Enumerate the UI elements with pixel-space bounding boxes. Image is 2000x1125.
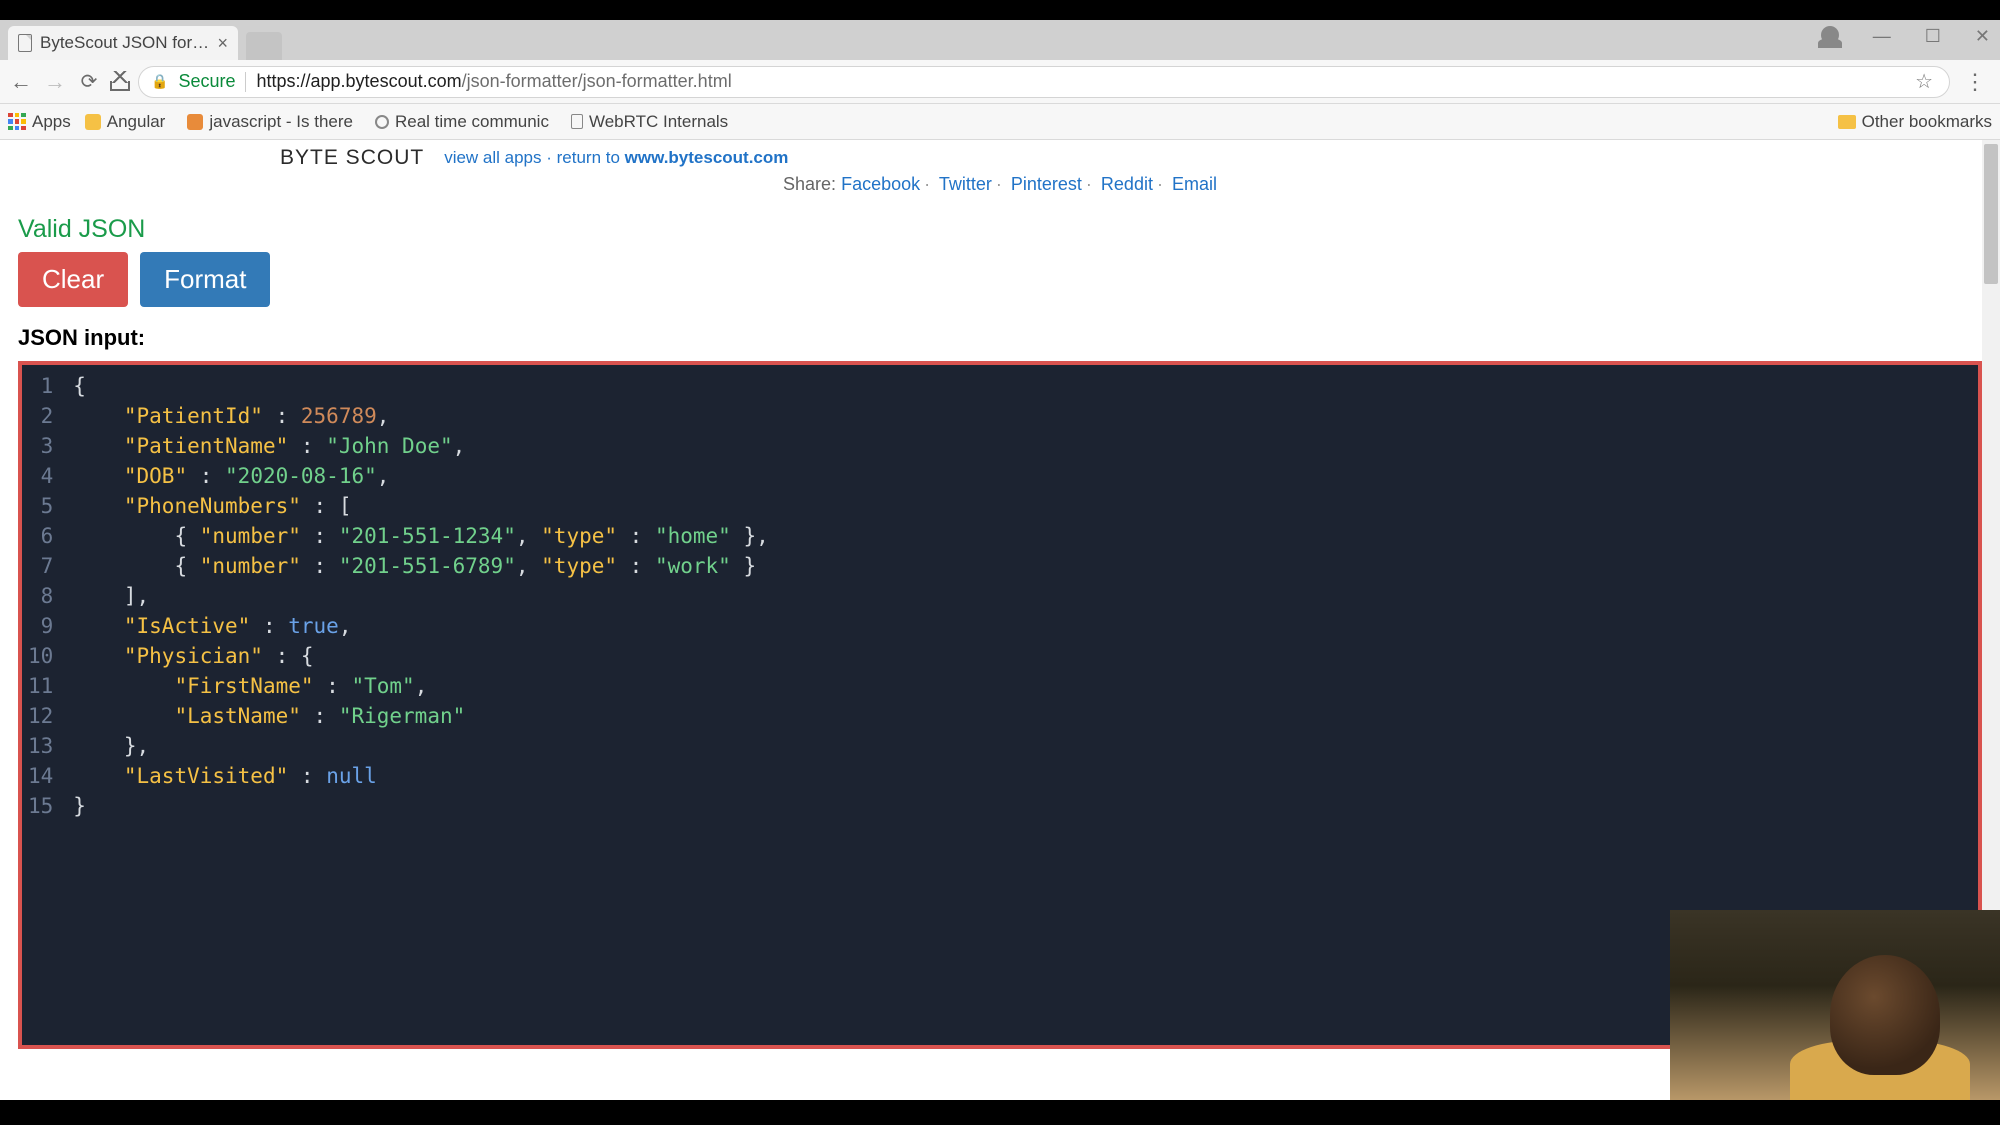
forward-button[interactable]: → (42, 69, 68, 95)
bookmark-item[interactable]: WebRTC Internals (563, 108, 736, 136)
bookmark-star-icon[interactable]: ☆ (1915, 69, 1933, 94)
scroll-thumb[interactable] (1984, 144, 1998, 284)
validation-status: Valid JSON (0, 207, 2000, 252)
letterbox-top (0, 0, 2000, 20)
bookmark-item[interactable]: Real time communic (367, 108, 557, 136)
line-gutter: 123456789101112131415 (22, 365, 63, 1045)
webcam-overlay (1670, 910, 2000, 1100)
brand-logo: BYTE SCOUT (280, 146, 424, 170)
share-link[interactable]: Email (1172, 174, 1217, 194)
bookmark-item[interactable]: javascript - Is there (179, 108, 361, 136)
share-label: Share: (783, 174, 836, 194)
other-bookmarks[interactable]: Other bookmarks (1838, 112, 1992, 132)
address-bar: ← → ⟳ 🔒 Secure https://app.bytescout.com… (0, 60, 2000, 104)
button-row: Clear Format (0, 252, 2000, 325)
apps-label[interactable]: Apps (32, 112, 71, 132)
favicon-icon (375, 115, 389, 129)
divider (245, 72, 246, 92)
bookmark-item[interactable]: Angular (77, 108, 174, 136)
profile-icon[interactable] (1821, 26, 1839, 44)
header-link[interactable]: view all apps · return to www.bytescout.… (444, 148, 788, 168)
format-button[interactable]: Format (140, 252, 270, 307)
browser-tab[interactable]: ByteScout JSON formatt × (8, 26, 238, 60)
letterbox-bottom (0, 1100, 2000, 1125)
reload-button[interactable]: ⟳ (76, 69, 102, 94)
site-header: BYTE SCOUT view all apps · return to www… (0, 140, 2000, 174)
favicon-icon (571, 114, 583, 129)
folder-icon (1838, 115, 1856, 129)
minimize-icon[interactable]: — (1873, 26, 1891, 47)
close-window-icon[interactable]: ✕ (1975, 26, 1990, 47)
json-input-label: JSON input: (0, 325, 2000, 361)
folder-icon (85, 114, 101, 130)
page-icon (18, 34, 32, 52)
bookmarks-bar: Apps Angular javascript - Is there Real … (0, 104, 2000, 140)
lock-icon: 🔒 (151, 73, 168, 90)
url-text: https://app.bytescout.com/json-formatter… (256, 71, 1905, 92)
share-link[interactable]: Facebook (841, 174, 920, 194)
share-link[interactable]: Pinterest (1011, 174, 1082, 194)
secure-label: Secure (178, 71, 235, 92)
clear-button[interactable]: Clear (18, 252, 128, 307)
home-icon[interactable] (110, 73, 130, 91)
menu-icon[interactable]: ⋮ (1958, 69, 1992, 95)
tab-title: ByteScout JSON formatt (40, 33, 209, 53)
share-bar: Share: Facebook· Twitter· Pinterest· Red… (0, 174, 2000, 207)
new-tab-button[interactable] (246, 32, 282, 60)
code-area[interactable]: { "PatientId" : 256789, "PatientName" : … (63, 365, 778, 1045)
share-link[interactable]: Reddit (1101, 174, 1153, 194)
favicon-icon (187, 114, 203, 130)
share-link[interactable]: Twitter (939, 174, 992, 194)
window-controls: — ☐ ✕ (1821, 26, 1990, 47)
back-button[interactable]: ← (8, 69, 34, 95)
apps-icon[interactable] (8, 113, 26, 131)
tab-strip: ByteScout JSON formatt × — ☐ ✕ (0, 20, 2000, 60)
url-box[interactable]: 🔒 Secure https://app.bytescout.com/json-… (138, 66, 1950, 98)
maximize-icon[interactable]: ☐ (1925, 26, 1941, 47)
close-icon[interactable]: × (217, 33, 228, 54)
